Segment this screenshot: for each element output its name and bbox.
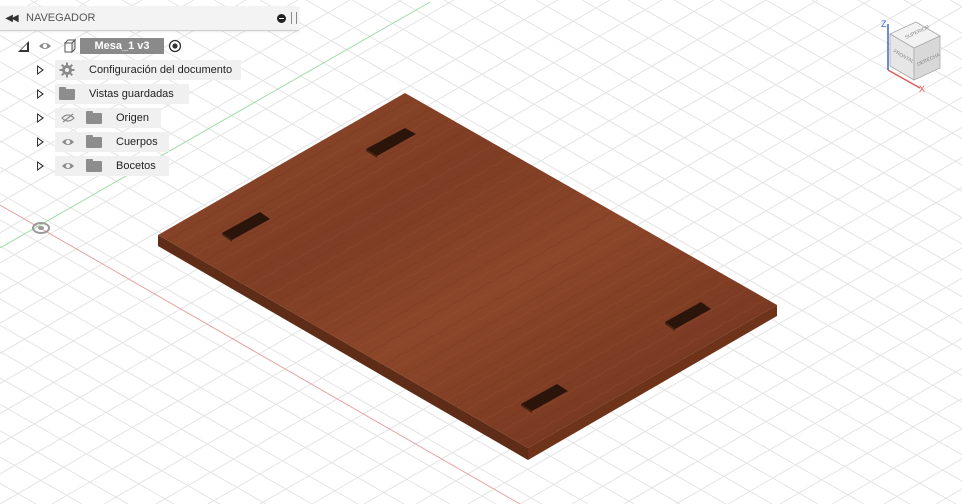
panel-grip-icon[interactable] xyxy=(291,12,297,24)
eye-icon[interactable] xyxy=(61,161,75,171)
tree-row-saved-views[interactable]: Vistas guardadas xyxy=(37,84,189,104)
folder-icon xyxy=(86,110,102,124)
tree-item-label: Vistas guardadas xyxy=(89,88,174,100)
collapse-panel-icon[interactable]: ◀◀ xyxy=(0,13,22,24)
tree-row-root-component[interactable]: Mesa_1 v3 xyxy=(18,36,182,56)
tree-item-label: Configuración del documento xyxy=(89,64,233,76)
eye-icon[interactable] xyxy=(61,137,75,147)
tree-item-label: Bocetos xyxy=(116,160,156,172)
expand-triangle-icon[interactable] xyxy=(37,65,44,75)
folder-icon xyxy=(86,158,102,172)
eye-hidden-icon[interactable] xyxy=(61,113,75,123)
expand-triangle-icon[interactable] xyxy=(37,89,44,99)
gear-icon xyxy=(59,62,75,78)
minimize-icon[interactable] xyxy=(277,13,286,23)
component-cube-icon xyxy=(63,38,77,54)
activate-radio-icon[interactable] xyxy=(168,39,182,53)
tree-item-label: Cuerpos xyxy=(116,136,158,148)
navigator-header: ◀◀ NAVEGADOR xyxy=(0,6,299,31)
expanded-triangle-icon[interactable] xyxy=(18,40,29,52)
tree-row-bodies[interactable]: Cuerpos xyxy=(37,132,169,152)
z-axis-label: Z xyxy=(881,19,887,29)
component-name[interactable]: Mesa_1 v3 xyxy=(80,38,164,54)
tree-item-label: Origen xyxy=(116,112,150,124)
folder-icon xyxy=(59,86,75,100)
expand-triangle-icon[interactable] xyxy=(37,137,44,147)
expand-triangle-icon[interactable] xyxy=(37,161,44,171)
navigator-title: NAVEGADOR xyxy=(26,12,96,24)
tree-row-document-settings[interactable]: Configuración del documento xyxy=(37,60,241,80)
tree-row-sketches[interactable]: Bocetos xyxy=(37,156,169,176)
expand-triangle-icon[interactable] xyxy=(37,113,44,123)
folder-icon xyxy=(86,134,102,148)
view-cube[interactable]: Z X SUPERIOR FRONTAL DERECHA xyxy=(876,14,946,96)
x-axis-label: X xyxy=(919,84,925,94)
tree-row-origin[interactable]: Origen xyxy=(37,108,161,128)
eye-icon[interactable] xyxy=(38,41,52,51)
